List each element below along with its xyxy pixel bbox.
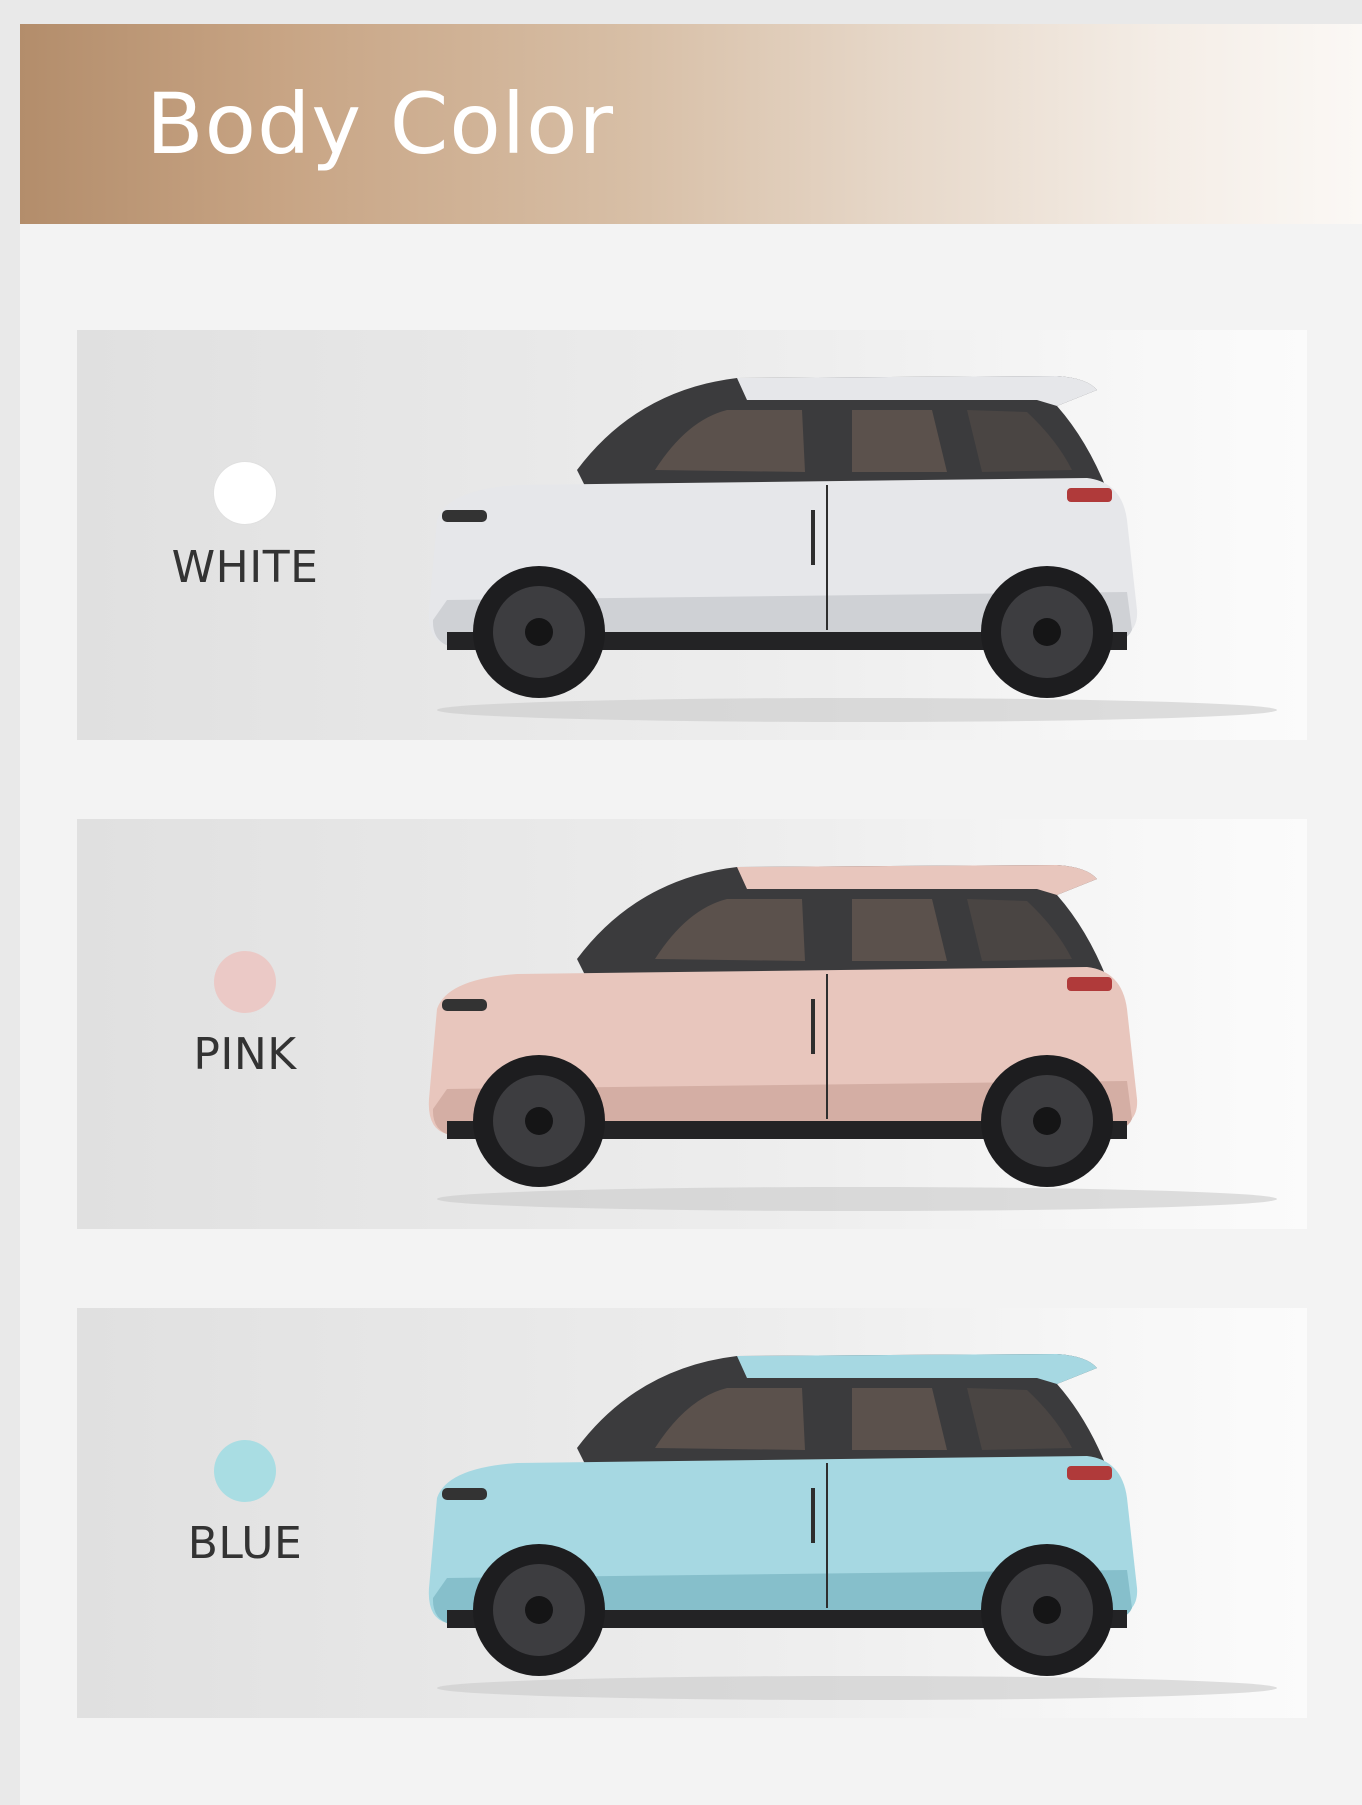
color-dot-icon: [214, 1440, 276, 1502]
color-dot-icon: [214, 462, 276, 524]
car-side-icon: [428, 376, 1277, 722]
car-side-icon: [428, 1354, 1277, 1700]
section-header: Body Color: [20, 24, 1362, 224]
color-option-pink[interactable]: PINK: [77, 819, 1307, 1229]
color-label: BLUE: [187, 1518, 303, 1569]
page-title: Body Color: [146, 75, 615, 173]
car-side-icon: [428, 865, 1277, 1211]
color-label: PINK: [193, 1029, 297, 1080]
color-option-white[interactable]: WHITE: [77, 330, 1307, 740]
color-option-blue[interactable]: BLUE: [77, 1308, 1307, 1718]
body-color-page: Body Color WHITE PINK BLUE: [20, 24, 1362, 1805]
color-dot-icon: [214, 951, 276, 1013]
color-label: WHITE: [171, 542, 319, 593]
